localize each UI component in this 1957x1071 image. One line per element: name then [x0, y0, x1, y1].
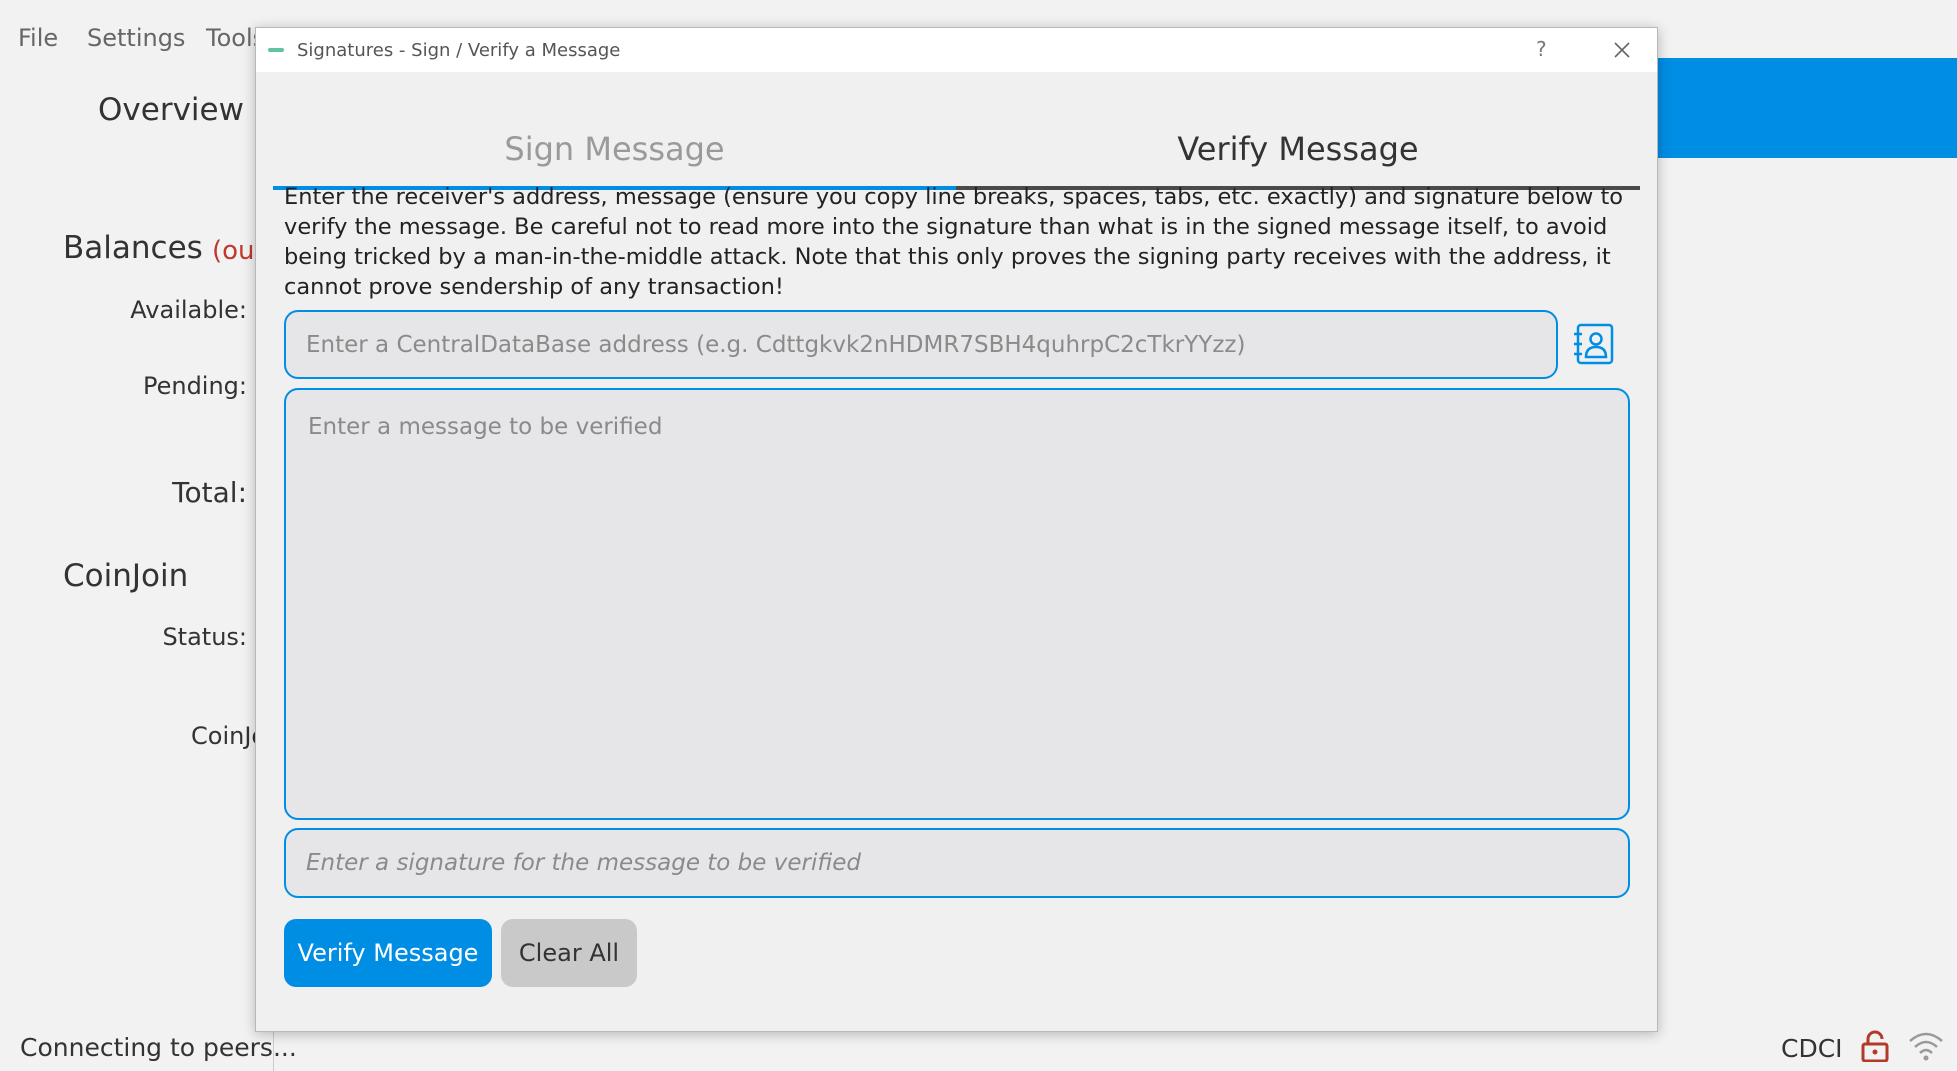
lock-icon[interactable] [1860, 1030, 1890, 1066]
dialog-titlebar: Signatures - Sign / Verify a Message ? [256, 28, 1657, 72]
connection-status: Connecting to peers... [20, 1033, 297, 1062]
verify-instructions: Enter the receiver's address, message (e… [284, 184, 1624, 300]
status-divider [273, 1030, 274, 1071]
network-icon[interactable] [1908, 1030, 1944, 1066]
dialog-title: Signatures - Sign / Verify a Message [297, 40, 621, 61]
menu-file[interactable]: File [18, 24, 58, 52]
close-icon[interactable] [1612, 40, 1632, 60]
nav-overview[interactable]: Overview [98, 92, 244, 128]
coinjoin-title: CoinJoin [63, 558, 189, 594]
tab-verify-label: Verify Message [1177, 130, 1419, 168]
help-button[interactable]: ? [1536, 37, 1547, 61]
address-input[interactable] [284, 310, 1558, 379]
pending-label: Pending: [142, 372, 247, 400]
app-icon [268, 48, 284, 52]
tab-verify-message[interactable]: Verify Message [956, 72, 1640, 190]
header-banner [1650, 58, 1957, 158]
unit-label[interactable]: CDCI [1781, 1034, 1843, 1063]
balances-title: Balances [63, 230, 203, 266]
verify-message-dialog: Signatures - Sign / Verify a Message ? S… [255, 27, 1658, 1032]
tab-sign-label: Sign Message [504, 130, 725, 168]
menu-settings[interactable]: Settings [87, 24, 185, 52]
verify-message-button[interactable]: Verify Message [284, 919, 492, 987]
message-input[interactable] [284, 388, 1630, 820]
tab-sign-message[interactable]: Sign Message [273, 72, 956, 190]
available-label: Available: [130, 296, 247, 324]
coinjoin-status-label: Status: [162, 623, 247, 651]
total-label: Total: [172, 476, 247, 509]
signature-input[interactable] [284, 828, 1630, 898]
clear-all-button[interactable]: Clear All [501, 919, 637, 987]
address-book-icon[interactable] [1572, 322, 1616, 366]
